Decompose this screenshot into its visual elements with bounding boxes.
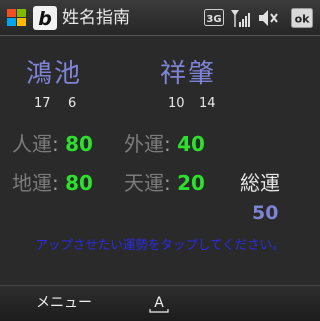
chi-un[interactable]: 地運: 80 (12, 172, 93, 194)
jin-un-value: 80 (65, 132, 93, 156)
network-3g-label: 3G (206, 14, 221, 25)
surname-stroke-2: 6 (68, 96, 77, 111)
gai-un[interactable]: 外運: 40 (124, 133, 205, 155)
chi-un-value: 80 (65, 171, 93, 195)
sou-un-label[interactable]: 総運 (240, 172, 280, 194)
ten-un-label: 天運 (124, 171, 164, 195)
ten-un[interactable]: 天運: 20 (124, 172, 205, 194)
app-logo-letter: b (38, 8, 52, 30)
gai-un-label: 外運 (124, 132, 164, 156)
chi-un-label: 地運 (12, 171, 52, 195)
given-stroke-1: 10 (168, 96, 185, 111)
speaker-muted-icon[interactable] (257, 8, 279, 28)
keyboard-input-icon[interactable]: A (146, 292, 172, 314)
jin-un-label: 人運 (12, 132, 52, 156)
given-stroke-2: 14 (199, 96, 216, 111)
ten-un-value: 20 (177, 171, 205, 195)
signal-strength-icon[interactable] (230, 8, 250, 28)
ok-label: ok (295, 13, 311, 26)
menu-button[interactable]: メニュー (36, 295, 92, 311)
keyboard-letter: A (154, 295, 164, 311)
instruction-text: アップさせたい運勢をタップしてください。 (35, 237, 285, 252)
gai-un-value: 40 (177, 132, 205, 156)
surname-stroke-1: 17 (34, 96, 51, 111)
app-title: 姓名指南 (62, 8, 130, 28)
network-3g-icon[interactable]: 3G (204, 9, 224, 26)
windows-start-icon[interactable] (4, 6, 30, 30)
menu-bar: メニュー A (0, 285, 320, 321)
main-content: 鴻池 祥肇 17 6 10 14 人運: 80 外運: 40 地運: 80 天運… (0, 36, 320, 285)
jin-un[interactable]: 人運: 80 (12, 133, 93, 155)
app-logo-icon: b (33, 6, 57, 30)
title-bar: b 姓名指南 3G ok (0, 0, 320, 36)
ok-button[interactable]: ok (291, 8, 313, 28)
surname: 鴻池 (26, 59, 83, 89)
sou-un-value[interactable]: 50 (252, 202, 278, 224)
given-name: 祥肇 (160, 59, 217, 89)
